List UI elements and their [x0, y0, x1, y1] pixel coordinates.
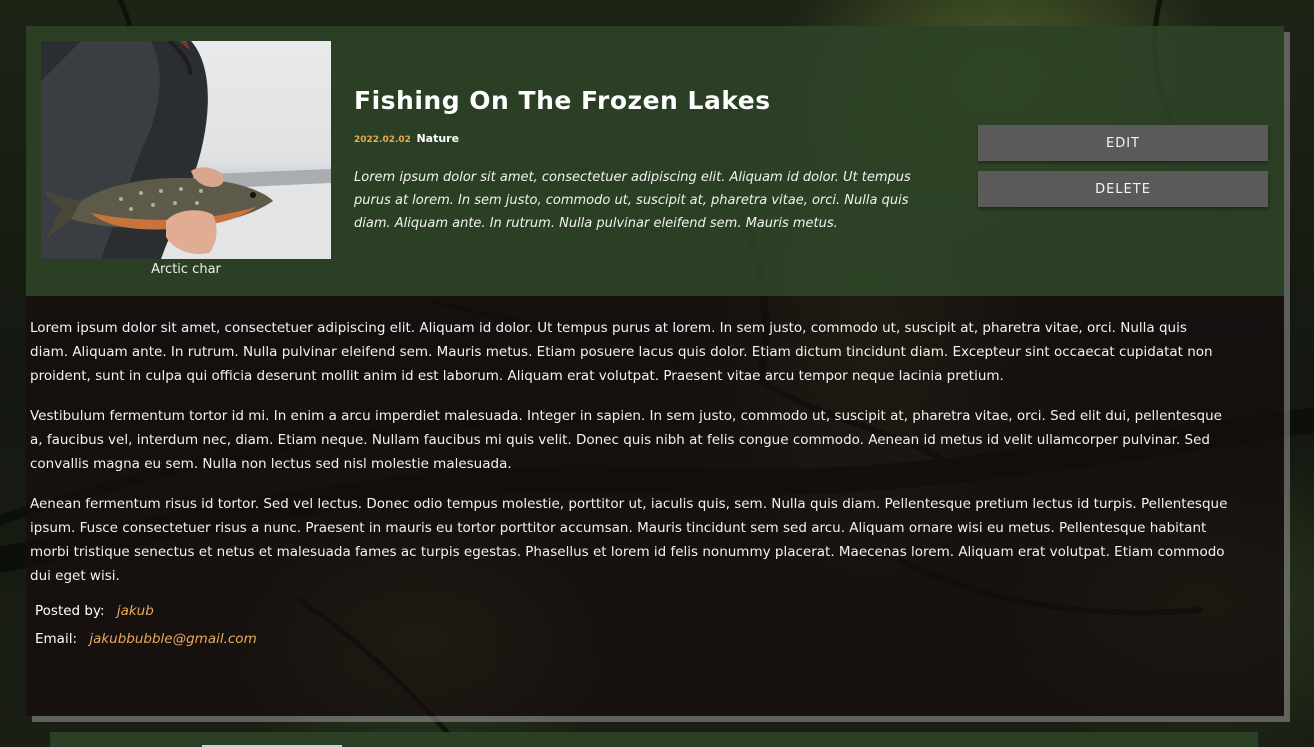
post-content: Lorem ipsum dolor sit amet, consectetuer… [30, 316, 1228, 604]
post-header: Arctic char Fishing On The Frozen Lakes … [26, 26, 1284, 296]
post-image-arctic-char [41, 41, 331, 259]
email-link[interactable]: jakubbubble@gmail.com [89, 631, 256, 647]
post-excerpt: Lorem ipsum dolor sit amet, consectetuer… [354, 170, 911, 231]
image-caption: Arctic char [151, 262, 221, 277]
post-title: Fishing On The Frozen Lakes [354, 86, 771, 115]
email-row: Email: jakubbubble@gmail.com [35, 631, 257, 647]
post-paragraph: Lorem ipsum dolor sit amet, consectetuer… [30, 320, 1213, 384]
author-link[interactable]: jakub [117, 603, 154, 619]
post-meta: 2022.02.02 Nature [354, 132, 459, 145]
email-label: Email: [35, 631, 78, 647]
posted-by-label: Posted by: [35, 603, 105, 619]
edit-button[interactable]: EDIT [978, 125, 1268, 161]
post-paragraph: Aenean fermentum risus id tortor. Sed ve… [30, 496, 1228, 584]
posted-by-row: Posted by: jakub [35, 603, 154, 619]
delete-button[interactable]: DELETE [978, 171, 1268, 207]
post-date: 2022.02.02 [354, 135, 411, 145]
next-post-card-edge [50, 732, 1258, 747]
post-category[interactable]: Nature [416, 132, 459, 145]
post-paragraph: Vestibulum fermentum tortor id mi. In en… [30, 408, 1222, 472]
